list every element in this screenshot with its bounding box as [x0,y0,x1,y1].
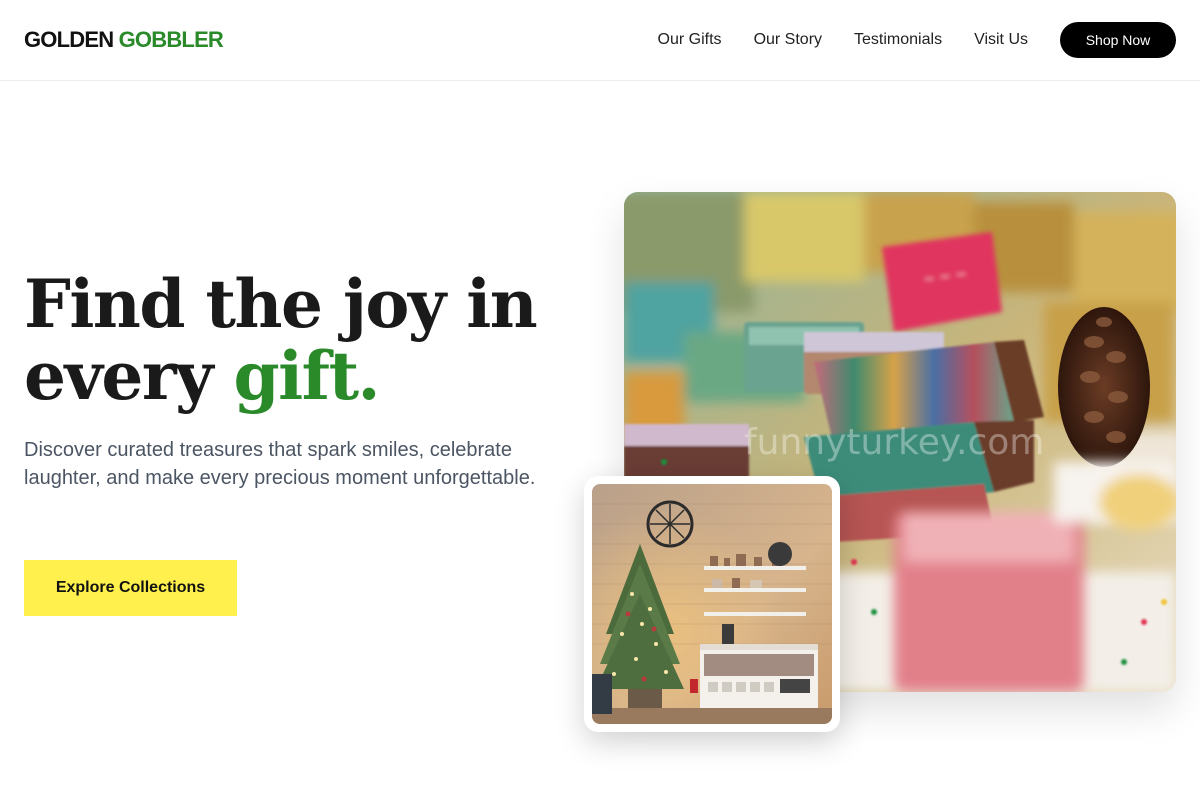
hero-headline-accent: gift. [233,337,380,415]
shop-interior-photo [592,484,832,724]
explore-collections-button[interactable]: Explore Collections [24,560,237,616]
shop-interior-photo-frame [584,476,840,732]
brand-logo-part2: GOBBLER [118,27,224,52]
nav-link-testimonials[interactable]: Testimonials [854,31,942,49]
site-header: GOLDEN GOBBLER Our Gifts Our Story Testi… [0,0,1200,81]
nav-link-our-story[interactable]: Our Story [754,31,822,49]
watermark-text: funnyturkey.com [744,422,1044,463]
brand-logo-part1: GOLDEN [24,27,114,52]
hero-subtext: Discover curated treasures that spark sm… [24,439,536,489]
shop-now-button[interactable]: Shop Now [1060,22,1176,58]
nav-link-our-gifts[interactable]: Our Gifts [658,31,722,49]
hero-headline: Find the joy in every gift. [24,268,584,412]
hero-headline-line1: Find the joy in [24,265,538,343]
hero-headline-line2-prefix: every [24,337,213,415]
nav-link-visit-us[interactable]: Visit Us [974,31,1028,49]
main-nav: Our Gifts Our Story Testimonials Visit U… [658,0,1176,80]
brand-logo[interactable]: GOLDEN GOBBLER [24,26,224,54]
